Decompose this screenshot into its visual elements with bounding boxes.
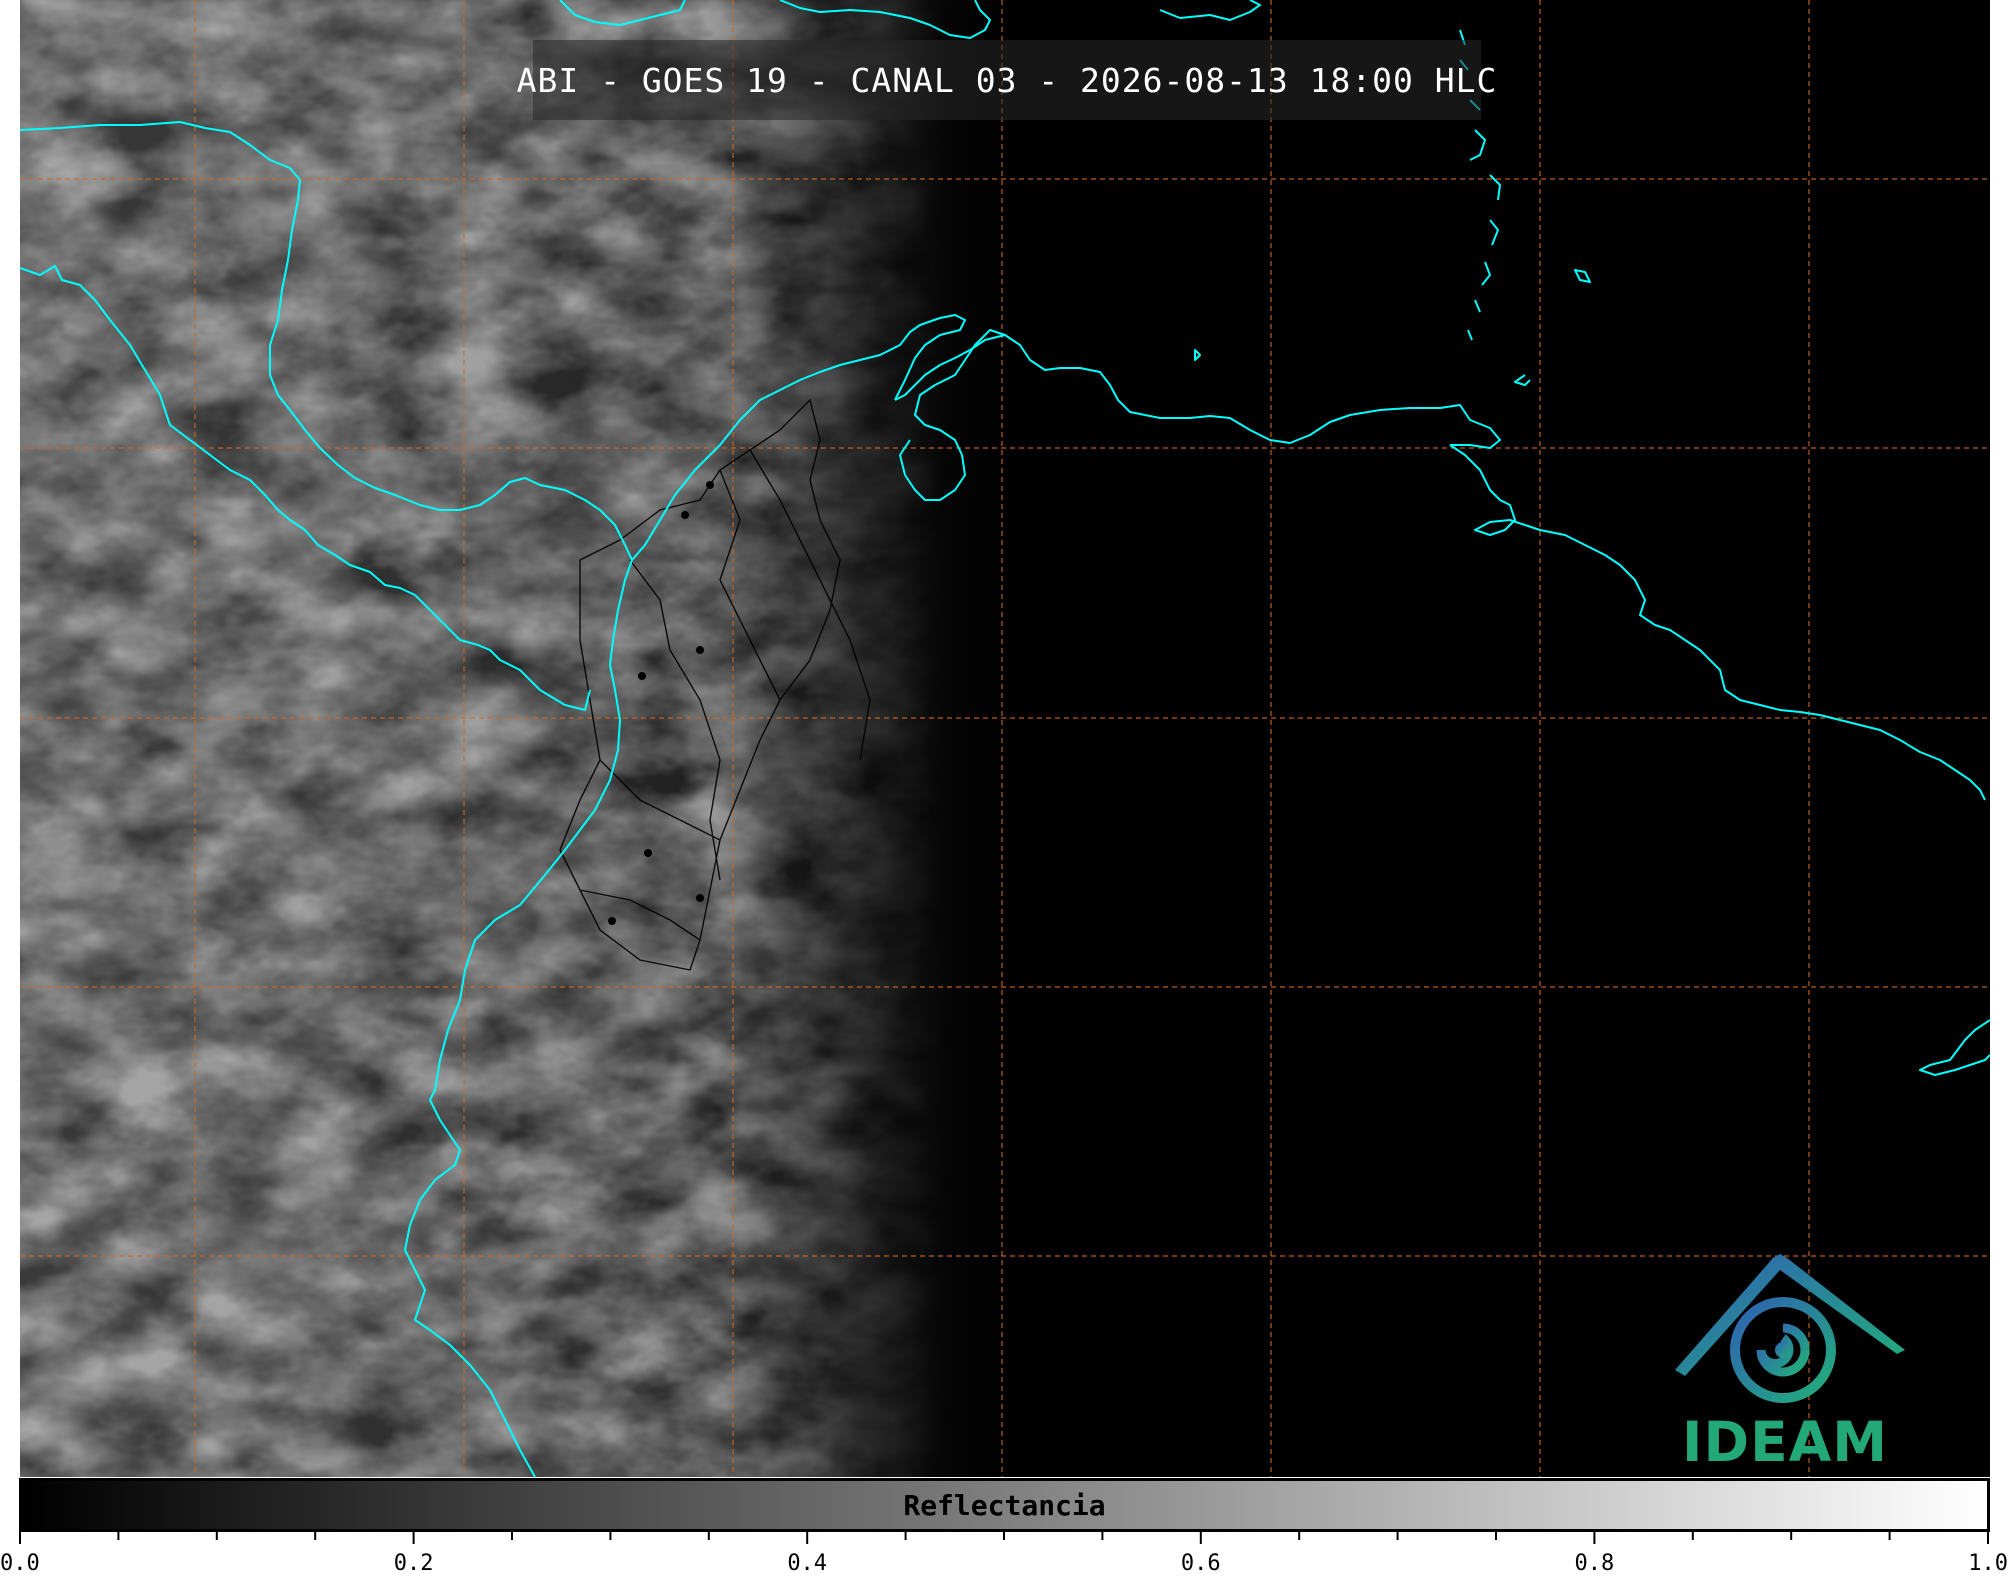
tick-label: 0.0 [0,1551,40,1576]
tick-label: 1.0 [1968,1551,2008,1576]
tick-label: 0.4 [787,1551,827,1576]
tick-label: 0.6 [1181,1551,1221,1576]
tick-label: 0.8 [1575,1551,1615,1576]
city-dot [681,511,689,519]
city-dot [608,917,616,925]
title-banner: ABI - GOES 19 - CANAL 03 - 2026-08-13 18… [517,40,1496,120]
ideam-logo: IDEAM [1665,1250,1905,1474]
city-dot [638,672,646,680]
colorbar-label: Reflectancia [903,1488,1106,1522]
logo-text: IDEAM [1682,1410,1888,1474]
tick-label: 0.2 [394,1551,434,1576]
colorbar-axis: 0.0 0.2 0.4 0.6 0.8 1.0 [0,1532,2008,1576]
logo-emblem-icon [1675,1254,1905,1403]
city-dot [644,849,652,857]
city-dot [706,481,714,489]
city-dot [696,646,704,654]
colorbar: Reflectancia [19,1478,1990,1532]
map-title: ABI - GOES 19 - CANAL 03 - 2026-08-13 18… [516,60,1498,100]
satellite-map: ABI - GOES 19 - CANAL 03 - 2026-08-13 18… [20,0,1990,1477]
city-dot [696,894,704,902]
